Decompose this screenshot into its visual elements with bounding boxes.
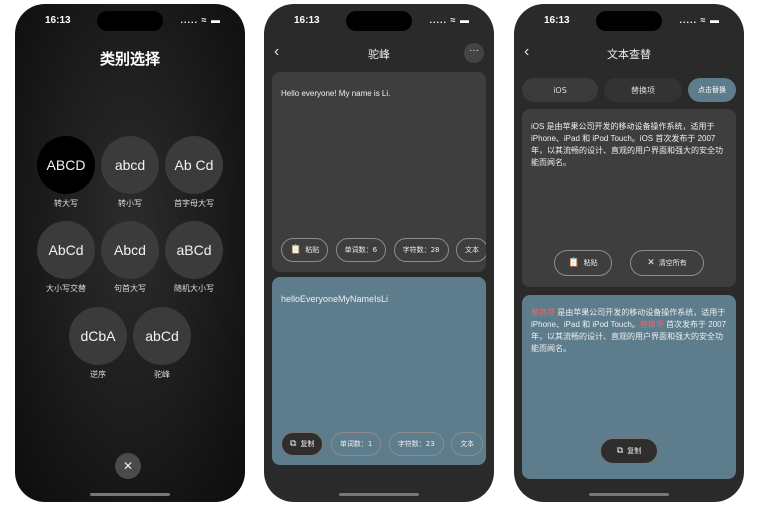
more-icon[interactable]: ··· bbox=[464, 43, 484, 63]
text-chip[interactable]: 文本 bbox=[455, 238, 486, 262]
phone-category-select: 16:13 ..... ≈ ▬ 类别选择 ABCD 转大写 abcd 转小写 A… bbox=[15, 4, 245, 502]
dynamic-island bbox=[346, 11, 412, 31]
option-sample: abCd bbox=[133, 307, 191, 365]
option-label: 句首大写 bbox=[114, 284, 146, 293]
signal-wifi-battery-icon: ..... ≈ ▬ bbox=[429, 15, 470, 25]
home-indicator bbox=[90, 493, 170, 496]
option-alternating[interactable]: AbCd 大小写交替 bbox=[37, 221, 95, 294]
nav-bar: ‹ 文本查替 bbox=[514, 42, 744, 66]
option-camel-case[interactable]: abCd 驼峰 bbox=[133, 307, 191, 380]
option-label: 首字母大写 bbox=[174, 199, 214, 208]
clear-label: 清空所有 bbox=[658, 259, 687, 267]
phone-camel-case: 16:13 ..... ≈ ▬ ‹ 驼峰 ··· Hello everyone!… bbox=[264, 4, 494, 502]
output-card: helloEveryoneMyNameIsLi ⧉ 复制 单词数：1 字符数：23… bbox=[272, 277, 486, 465]
option-label: 驼峰 bbox=[154, 370, 170, 379]
phone-find-replace: 16:13 ..... ≈ ▬ ‹ 文本查替 iOS 替换项 点击替换 iOS … bbox=[514, 4, 744, 502]
input-text[interactable]: iOS 是由苹果公司开发的移动设备操作系统，适用于 iPhone、iPad 和 … bbox=[531, 121, 727, 169]
status-time: 16:13 bbox=[544, 15, 570, 26]
clipboard-icon: 📋 bbox=[290, 245, 302, 255]
option-sample: AbCd bbox=[37, 221, 95, 279]
input-card[interactable]: iOS 是由苹果公司开发的移动设备操作系统，适用于 iPhone、iPad 和 … bbox=[522, 109, 736, 287]
option-uppercase[interactable]: ABCD 转大写 bbox=[37, 136, 95, 209]
copy-icon: ⧉ bbox=[616, 446, 624, 456]
paste-button[interactable]: 📋 粘贴 bbox=[554, 250, 612, 276]
text-chip[interactable]: 文本 bbox=[451, 432, 484, 456]
option-sample: ABCD bbox=[37, 136, 95, 194]
signal-wifi-battery-icon: ..... ≈ ▬ bbox=[180, 15, 221, 25]
find-field[interactable]: iOS bbox=[522, 78, 598, 102]
input-card[interactable]: Hello everyone! My name is Li. 📋 粘贴 单词数：6… bbox=[272, 72, 486, 272]
home-indicator bbox=[589, 493, 669, 496]
option-label: 随机大小写 bbox=[174, 284, 214, 293]
option-sentence-case[interactable]: Abcd 句首大写 bbox=[101, 221, 159, 294]
option-lowercase[interactable]: abcd 转小写 bbox=[101, 136, 159, 209]
option-sample: dCbA bbox=[69, 307, 127, 365]
close-button[interactable]: ✕ bbox=[115, 453, 141, 479]
option-random-case[interactable]: aBCd 随机大小写 bbox=[165, 221, 223, 294]
char-count-badge: 字符数：28 bbox=[393, 238, 449, 262]
close-icon: ✕ bbox=[122, 459, 134, 473]
option-label: 大小写交替 bbox=[46, 284, 86, 293]
input-text[interactable]: Hello everyone! My name is Li. bbox=[281, 88, 477, 100]
status-time: 16:13 bbox=[45, 15, 71, 26]
dynamic-island bbox=[97, 11, 163, 31]
status-bar: 16:13 ..... ≈ ▬ bbox=[514, 11, 744, 32]
dynamic-island bbox=[596, 11, 662, 31]
replace-button[interactable]: 点击替换 bbox=[688, 78, 736, 102]
option-reverse[interactable]: dCbA 逆序 bbox=[69, 307, 127, 380]
clipboard-icon: 📋 bbox=[568, 258, 580, 268]
option-sample: abcd bbox=[101, 136, 159, 194]
status-time: 16:13 bbox=[294, 15, 320, 26]
page-title: 类别选择 bbox=[99, 50, 160, 68]
output-toolbar: ⧉ 复制 单词数：1 字符数：23 文本 bbox=[281, 432, 486, 456]
copy-icon: ⧉ bbox=[290, 439, 297, 449]
output-card: 替换项 是由苹果公司开发的移动设备操作系统，适用于 iPhone、iPad 和 … bbox=[522, 295, 736, 479]
option-sample: Abcd bbox=[101, 221, 159, 279]
option-sample: Ab Cd bbox=[165, 136, 223, 194]
status-bar: 16:13 ..... ≈ ▬ bbox=[15, 11, 245, 32]
signal-wifi-battery-icon: ..... ≈ ▬ bbox=[679, 15, 720, 25]
option-label: 逆序 bbox=[90, 370, 106, 379]
clear-all-button[interactable]: ✕ 清空所有 bbox=[630, 250, 704, 276]
paste-button[interactable]: 📋 粘贴 bbox=[281, 238, 329, 262]
paste-label: 粘贴 bbox=[305, 246, 320, 254]
copy-label: 复制 bbox=[300, 440, 315, 448]
status-bar: 16:13 ..... ≈ ▬ bbox=[264, 11, 494, 32]
paste-label: 粘贴 bbox=[583, 259, 598, 267]
option-label: 转大写 bbox=[54, 199, 78, 208]
copy-button[interactable]: ⧉ 复制 bbox=[281, 432, 324, 456]
home-indicator bbox=[339, 493, 419, 496]
copy-button[interactable]: ⧉ 复制 bbox=[600, 438, 658, 464]
output-text: helloEveryoneMyNameIsLi bbox=[281, 294, 389, 304]
word-count-badge: 单词数：1 bbox=[330, 432, 382, 456]
output-text: 替换项 是由苹果公司开发的移动设备操作系统，适用于 iPhone、iPad 和 … bbox=[531, 307, 727, 355]
highlight-text: 替换项 bbox=[531, 308, 555, 317]
option-titlecase[interactable]: Ab Cd 首字母大写 bbox=[165, 136, 223, 209]
page-title: 文本查替 bbox=[607, 48, 651, 61]
close-icon: ✕ bbox=[647, 258, 655, 268]
page-title: 驼峰 bbox=[368, 48, 390, 61]
char-count-badge: 字符数：23 bbox=[388, 432, 444, 456]
input-toolbar: 📋 粘贴 单词数：6 字符数：28 文本 bbox=[281, 238, 486, 262]
nav-bar: ‹ 驼峰 ··· bbox=[264, 42, 494, 66]
option-sample: aBCd bbox=[165, 221, 223, 279]
copy-label: 复制 bbox=[627, 447, 642, 455]
find-replace-bar: iOS 替换项 点击替换 bbox=[522, 78, 736, 102]
replace-field[interactable]: 替换项 bbox=[604, 78, 682, 102]
word-count-badge: 单词数：6 bbox=[335, 238, 387, 262]
option-label: 转小写 bbox=[118, 199, 142, 208]
highlight-text: 替换项 bbox=[639, 320, 664, 329]
